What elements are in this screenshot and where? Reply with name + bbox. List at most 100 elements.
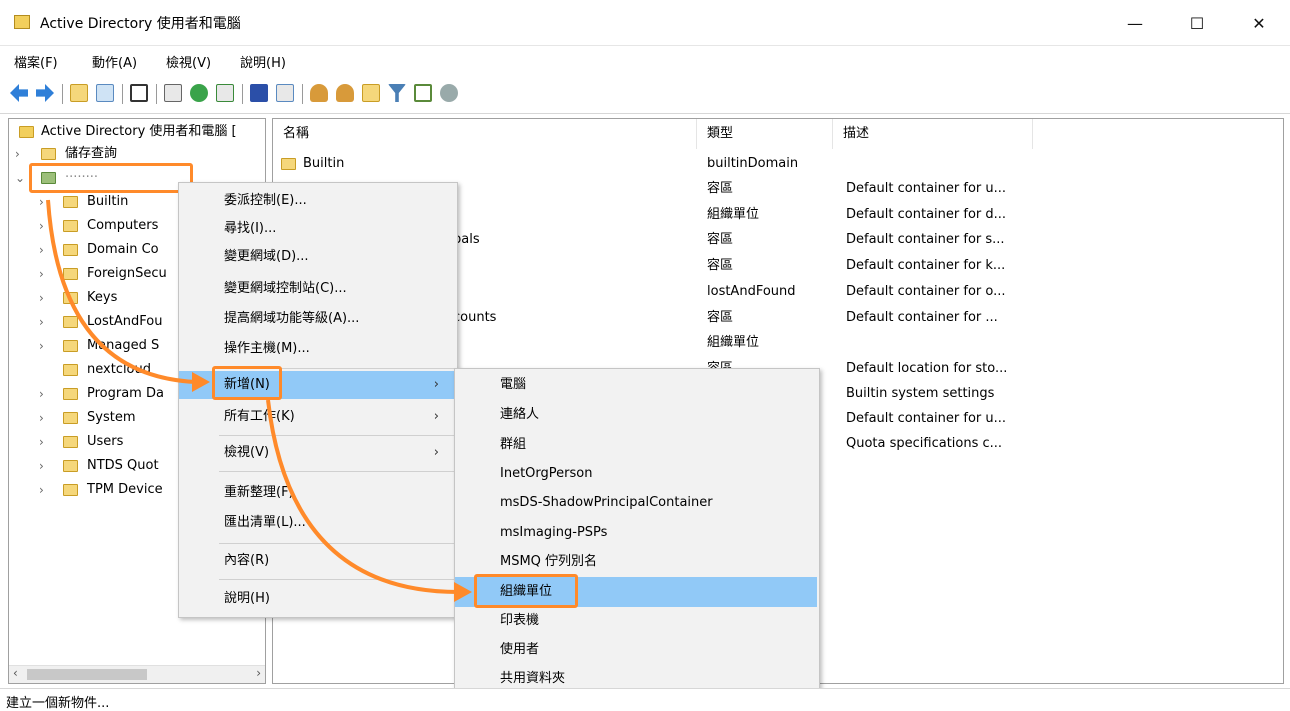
list-item-name: counts <box>453 310 497 325</box>
new-highlight-box <box>212 366 282 400</box>
expand-icon[interactable]: › <box>39 407 44 429</box>
list-item-type: 容區 <box>707 310 734 325</box>
expand-icon[interactable]: › <box>39 383 44 405</box>
menu-item-change-domain[interactable]: 變更網域(D)... <box>179 243 457 271</box>
toolbar-separator <box>156 84 157 104</box>
tree-item-label: Program Da <box>87 386 164 401</box>
menu-item-delegate-control[interactable]: 委派控制(E)... <box>179 187 457 215</box>
menu-item-label: msDS-ShadowPrincipalContainer <box>500 495 713 510</box>
close-button[interactable]: ✕ <box>1230 0 1288 46</box>
tree-item-label: Computers <box>87 218 159 233</box>
tree-item-label: LostAndFou <box>87 314 163 329</box>
scrollbar-thumb[interactable] <box>27 669 147 680</box>
up-folder-icon[interactable] <box>70 84 88 102</box>
expand-icon[interactable]: › <box>39 479 44 501</box>
toolbar <box>0 74 1290 114</box>
submenu-item-user[interactable]: 使用者 <box>455 636 819 664</box>
menu-item-raise-functional-level[interactable]: 提高網域功能等級(A)... <box>179 305 457 333</box>
collapse-icon[interactable]: ⌄ <box>15 167 25 189</box>
column-header-type[interactable]: 類型 <box>697 119 833 149</box>
expand-icon[interactable]: › <box>39 335 44 357</box>
toolbar-separator <box>242 84 243 104</box>
menu-item-properties[interactable]: 內容(R) <box>179 547 457 575</box>
find-icon[interactable] <box>414 84 432 102</box>
menu-item-label: 說明(H) <box>224 591 270 606</box>
menu-separator <box>219 543 455 544</box>
tree-root[interactable]: Active Directory 使用者和電腦 [ <box>15 121 265 143</box>
filter-icon[interactable] <box>388 84 406 102</box>
submenu-item-shadow-principal[interactable]: msDS-ShadowPrincipalContainer <box>455 489 819 517</box>
tree-item-label: System <box>87 410 136 425</box>
new-group-icon[interactable] <box>336 84 354 102</box>
maximize-button[interactable]: ☐ <box>1168 0 1226 46</box>
menu-item-help[interactable]: 說明(H) <box>179 585 457 613</box>
menu-item-view[interactable]: 檢視(V) › <box>179 439 457 467</box>
menu-item-export-list[interactable]: 匯出清單(L)... <box>179 509 457 537</box>
submenu-item-msimaging[interactable]: msImaging-PSPs <box>455 519 819 547</box>
menu-file[interactable]: 檔案(F) <box>14 52 58 71</box>
new-ou-icon[interactable] <box>362 84 380 102</box>
submenu-item-group[interactable]: 群組 <box>455 431 819 459</box>
list-item-type: lostAndFound <box>707 284 796 299</box>
expand-icon[interactable]: › <box>39 215 44 237</box>
submenu-item-printer[interactable]: 印表機 <box>455 607 819 635</box>
expand-icon[interactable]: › <box>39 311 44 333</box>
menu-item-label: 電腦 <box>500 377 527 392</box>
expand-icon[interactable]: › <box>39 191 44 213</box>
forward-icon[interactable] <box>36 84 54 102</box>
list-item-description: Default container for d... <box>846 207 1007 222</box>
expand-icon[interactable]: › <box>39 239 44 261</box>
column-header-description[interactable]: 描述 <box>833 119 1033 149</box>
expand-icon[interactable]: › <box>39 431 44 453</box>
submenu-item-inetorgperson[interactable]: InetOrgPerson <box>455 460 819 488</box>
tree-root-label: Active Directory 使用者和電腦 [ <box>41 124 237 139</box>
ou-folder-icon <box>63 244 78 256</box>
submenu-item-msmq-alias[interactable]: MSMQ 佇列別名 <box>455 548 819 576</box>
expand-icon[interactable]: › <box>39 287 44 309</box>
help-icon[interactable] <box>250 84 268 102</box>
scroll-right-icon[interactable]: › <box>256 666 261 680</box>
tree-item-label: TPM Device <box>87 482 163 497</box>
title-bar: Active Directory 使用者和電腦 — ☐ ✕ <box>0 0 1290 46</box>
submenu-item-contact[interactable]: 連絡人 <box>455 401 819 429</box>
menu-item-operations-masters[interactable]: 操作主機(M)... <box>179 335 457 363</box>
new-submenu: 電腦 連絡人 群組 InetOrgPerson msDS-ShadowPrinc… <box>454 368 820 700</box>
menu-item-label: 操作主機(M)... <box>224 341 310 356</box>
menu-action[interactable]: 動作(A) <box>92 52 137 71</box>
menu-item-change-dc[interactable]: 變更網域控制站(C)... <box>179 275 457 303</box>
list-item-type: 組織單位 <box>707 207 760 222</box>
export-icon[interactable] <box>216 84 234 102</box>
back-icon[interactable] <box>10 84 28 102</box>
expand-icon[interactable]: › <box>15 143 20 165</box>
submenu-arrow-icon: › <box>433 409 439 424</box>
menu-item-label: 所有工作(K) <box>224 409 295 424</box>
menu-help[interactable]: 說明(H) <box>240 52 286 71</box>
menu-view[interactable]: 檢視(V) <box>166 52 211 71</box>
scroll-left-icon[interactable]: ‹ <box>13 666 18 680</box>
new-user-icon[interactable] <box>310 84 328 102</box>
properties-icon[interactable] <box>164 84 182 102</box>
column-header-name[interactable]: 名稱 <box>273 119 697 149</box>
submenu-item-computer[interactable]: 電腦 <box>455 371 819 399</box>
folder-icon <box>63 484 78 496</box>
toolbar-separator <box>122 84 123 104</box>
tree-item-label: Managed S <box>87 338 160 353</box>
minimize-button[interactable]: — <box>1106 0 1164 46</box>
context-menu: 委派控制(E)... 尋找(I)... 變更網域(D)... 變更網域控制站(C… <box>178 182 458 618</box>
menu-item-find[interactable]: 尋找(I)... <box>179 215 457 243</box>
menu-item-refresh[interactable]: 重新整理(F) <box>179 479 457 507</box>
app-icon <box>14 15 30 29</box>
expand-icon[interactable]: › <box>39 455 44 477</box>
list-item-description: Quota specifications c... <box>846 436 1003 451</box>
refresh-icon[interactable] <box>190 84 208 102</box>
delegate-icon[interactable] <box>440 84 458 102</box>
copy-icon[interactable] <box>130 84 148 102</box>
show-tree-icon[interactable] <box>96 84 114 102</box>
menu-item-all-tasks[interactable]: 所有工作(K) › <box>179 403 457 431</box>
expand-icon[interactable]: › <box>39 263 44 285</box>
view-icon[interactable] <box>276 84 294 102</box>
tree-horizontal-scrollbar[interactable]: ‹ › <box>9 665 265 683</box>
tree-item-saved-queries[interactable]: › 儲存查詢 <box>15 143 265 165</box>
list-item-type: builtinDomain <box>707 156 799 171</box>
list-item-description: Default container for u... <box>846 411 1007 426</box>
